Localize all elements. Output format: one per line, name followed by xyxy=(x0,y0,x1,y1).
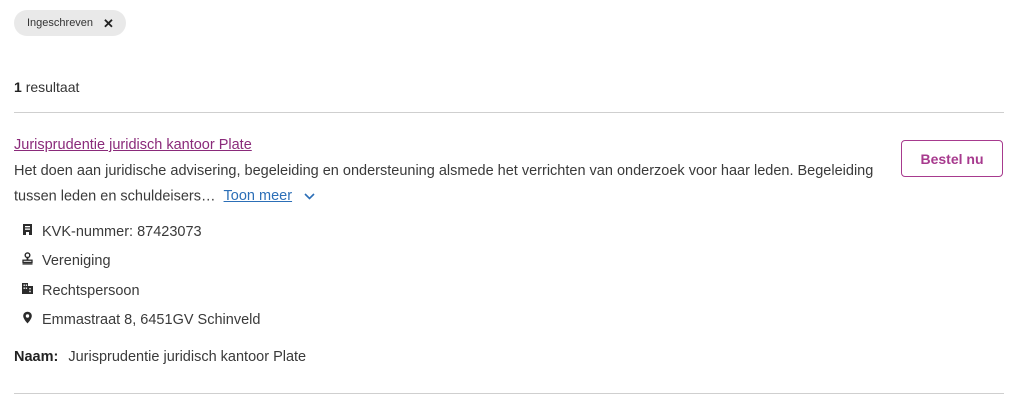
result-title-link[interactable]: Jurisprudentie juridisch kantoor Plate xyxy=(14,137,252,153)
naam-value: Jurisprudentie juridisch kantoor Plate xyxy=(68,349,307,365)
kvk-document-icon xyxy=(21,223,34,240)
meta-persoon: Rechtspersoon xyxy=(21,282,140,299)
result-description-text: Het doen aan juridische advisering, bege… xyxy=(14,163,874,205)
meta-rechtsvorm: Vereniging xyxy=(21,252,111,269)
meta-address-text: Emmastraat 8, 6451GV Schinveld xyxy=(42,311,261,328)
chevron-down-icon[interactable] xyxy=(304,184,315,209)
location-pin-icon xyxy=(21,311,34,328)
divider-top xyxy=(14,112,1004,113)
result-count: 1 resultaat xyxy=(14,79,79,95)
remove-filter-icon[interactable]: ✕ xyxy=(103,17,114,30)
building-icon xyxy=(21,282,34,299)
meta-address: Emmastraat 8, 6451GV Schinveld xyxy=(21,311,260,328)
meta-rechtsvorm-text: Vereniging xyxy=(42,252,111,269)
naam-label: Naam: xyxy=(14,349,59,365)
toon-meer-link[interactable]: Toon meer xyxy=(224,188,293,204)
naam-row: Naam: Jurisprudentie juridisch kantoor P… xyxy=(14,349,306,365)
divider-bottom xyxy=(14,393,1004,394)
meta-kvk-text: KVK-nummer: 87423073 xyxy=(42,223,202,240)
result-count-number: 1 xyxy=(14,79,22,95)
meta-persoon-text: Rechtspersoon xyxy=(42,282,140,299)
result-description: Het doen aan juridische advisering, bege… xyxy=(14,159,874,209)
stamp-icon xyxy=(21,252,34,269)
meta-kvk: KVK-nummer: 87423073 xyxy=(21,223,202,240)
filter-chip-label: Ingeschreven xyxy=(27,17,94,29)
result-count-label: resultaat xyxy=(25,79,80,95)
filter-chip: Ingeschreven ✕ xyxy=(14,10,126,36)
bestel-nu-button[interactable]: Bestel nu xyxy=(901,140,1003,177)
